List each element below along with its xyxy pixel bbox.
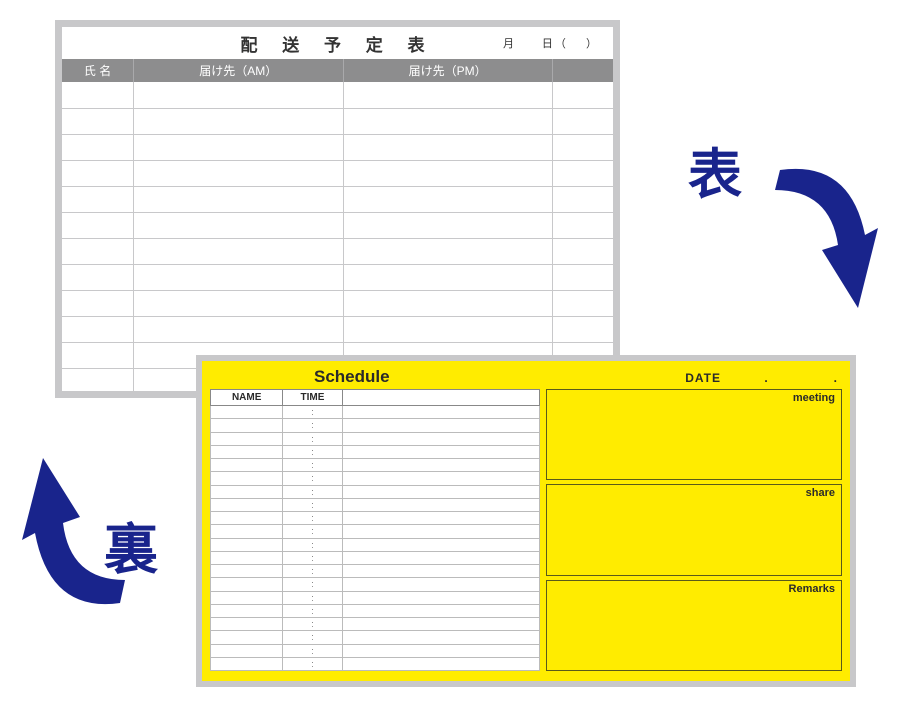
back-schedule-board: Schedule DATE . . NAME TIME ::::::::::::… bbox=[196, 355, 856, 687]
label-remarks: Remarks bbox=[789, 583, 835, 595]
table-row: : bbox=[211, 578, 540, 591]
front-schedule-board: 配 送 予 定 表 月 日（ ） 氏 名 届け先（AM） 届け先（PM） bbox=[55, 20, 620, 398]
table-row: : bbox=[211, 472, 540, 485]
back-table-area: NAME TIME :::::::::::::::::::: bbox=[210, 389, 540, 671]
col-name: 氏 名 bbox=[62, 59, 134, 82]
table-row bbox=[62, 316, 613, 342]
table-row: : bbox=[211, 459, 540, 472]
front-table: 氏 名 届け先（AM） 届け先（PM） bbox=[62, 59, 613, 395]
label-share: share bbox=[806, 487, 835, 499]
table-row: : bbox=[211, 512, 540, 525]
table-row: : bbox=[211, 419, 540, 432]
table-row bbox=[62, 108, 613, 134]
table-row: : bbox=[211, 538, 540, 551]
back-col-time: TIME bbox=[283, 390, 342, 406]
table-row: : bbox=[211, 485, 540, 498]
label-meeting: meeting bbox=[793, 392, 835, 404]
table-row: : bbox=[211, 445, 540, 458]
table-row: : bbox=[211, 591, 540, 604]
back-title: Schedule bbox=[314, 367, 390, 387]
arrow-back-icon bbox=[15, 438, 135, 623]
arrow-front-icon bbox=[770, 150, 880, 310]
table-row bbox=[62, 264, 613, 290]
table-row bbox=[62, 134, 613, 160]
col-am: 届け先（AM） bbox=[134, 59, 343, 82]
table-row: : bbox=[211, 406, 540, 419]
table-row bbox=[62, 186, 613, 212]
table-row: : bbox=[211, 432, 540, 445]
back-date-label: DATE . . bbox=[685, 369, 838, 386]
table-row bbox=[62, 212, 613, 238]
table-row bbox=[62, 290, 613, 316]
table-row bbox=[62, 238, 613, 264]
back-col-name: NAME bbox=[211, 390, 283, 406]
back-col-task bbox=[342, 390, 539, 406]
table-row: : bbox=[211, 525, 540, 538]
table-row: : bbox=[211, 657, 540, 670]
table-row: : bbox=[211, 565, 540, 578]
table-row: : bbox=[211, 644, 540, 657]
table-row: : bbox=[211, 618, 540, 631]
front-date-labels: 月 日（ ） bbox=[503, 35, 599, 51]
section-meeting: meeting bbox=[546, 389, 842, 480]
table-row bbox=[62, 82, 613, 108]
col-pm: 届け先（PM） bbox=[343, 59, 552, 82]
front-badge: 表 bbox=[688, 130, 742, 209]
table-row: : bbox=[211, 498, 540, 511]
section-share: share bbox=[546, 484, 842, 575]
table-row: : bbox=[211, 551, 540, 564]
table-row: : bbox=[211, 631, 540, 644]
table-row: : bbox=[211, 604, 540, 617]
section-remarks: Remarks bbox=[546, 580, 842, 671]
col-blank bbox=[552, 59, 613, 82]
table-row bbox=[62, 160, 613, 186]
